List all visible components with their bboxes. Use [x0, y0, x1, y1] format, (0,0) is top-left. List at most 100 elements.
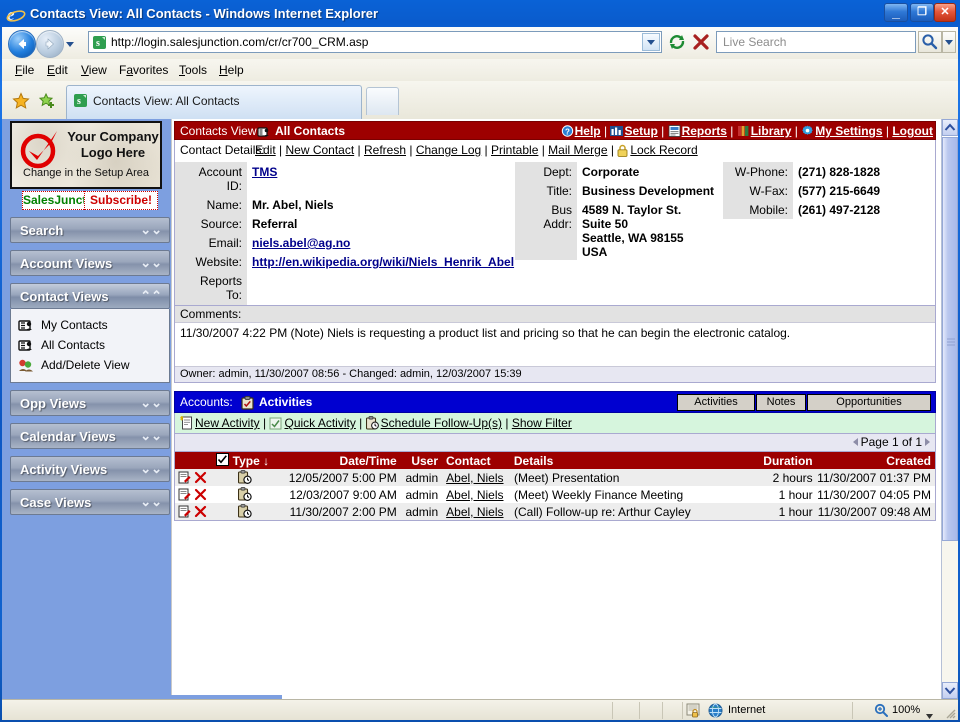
column-contact[interactable]: Contact	[442, 454, 510, 468]
nav-my-settings[interactable]: My Settings	[815, 124, 882, 138]
column-datetime[interactable]: Date/Time	[273, 454, 397, 468]
column-created[interactable]: Created	[813, 454, 935, 468]
address-bar[interactable]: s http://login.salesjunction.com/cr/cr70…	[88, 31, 662, 53]
resize-grip-icon[interactable]	[944, 707, 956, 719]
nav-logout[interactable]: Logout	[892, 124, 933, 138]
website-link[interactable]: http://en.wikipedia.org/wiki/Niels_Henri…	[252, 255, 514, 269]
maximize-button[interactable]: ❐	[910, 3, 934, 22]
add-to-favorites-icon[interactable]	[38, 92, 56, 110]
chevron-down-icon: ⌄⌄	[140, 255, 162, 270]
account-id-link[interactable]: TMS	[252, 165, 277, 179]
link-show-filter[interactable]: Show Filter	[512, 416, 572, 430]
tab-opportunities[interactable]: Opportunities	[807, 394, 931, 411]
page-scrollbar[interactable]	[941, 119, 958, 699]
search-engine-dropdown[interactable]	[942, 31, 956, 53]
action-new-contact[interactable]: New Contact	[285, 143, 354, 157]
edit-icon[interactable]	[178, 505, 191, 518]
detail-row: Bus Addr: 4589 N. Taylor St. Suite 50 Se…	[515, 200, 723, 261]
row-actions	[175, 488, 217, 502]
column-details[interactable]: Details	[510, 454, 736, 468]
refresh-button[interactable]	[666, 31, 688, 53]
detail-label: W-Phone:	[723, 162, 793, 181]
forward-button[interactable]	[36, 30, 64, 58]
detail-value: (271) 828-1828	[798, 165, 881, 179]
delete-icon[interactable]	[194, 488, 207, 501]
action-mail-merge[interactable]: Mail Merge	[548, 143, 607, 157]
back-button[interactable]	[8, 30, 36, 58]
new-tab-button[interactable]	[366, 87, 399, 115]
sidebar-panel-search[interactable]: Search ⌄⌄	[10, 217, 170, 243]
menu-tools[interactable]: Tools	[174, 62, 212, 78]
prev-page-icon[interactable]	[852, 438, 858, 446]
menu-edit[interactable]: Edit	[42, 62, 73, 78]
edit-icon[interactable]	[178, 488, 191, 501]
close-button[interactable]: ✕	[934, 3, 956, 22]
select-all-checkbox[interactable]	[216, 453, 230, 466]
link-new-activity[interactable]: New Activity	[195, 416, 260, 430]
action-lock-record[interactable]: Lock Record	[630, 143, 697, 157]
column-user[interactable]: User	[397, 454, 442, 468]
menu-file[interactable]: File	[10, 62, 39, 78]
tab-contacts-view[interactable]: s Contacts View: All Contacts	[66, 85, 362, 119]
tab-activities[interactable]: Activities	[677, 394, 755, 411]
email-link[interactable]: niels.abel@ag.no	[252, 236, 350, 250]
sidebar-item-all-contacts[interactable]: All Contacts	[11, 335, 169, 355]
nav-reports[interactable]: Reports	[682, 124, 727, 138]
stop-button[interactable]	[690, 31, 712, 53]
menu-help[interactable]: Help	[214, 62, 249, 78]
contact-link[interactable]: Abel, Niels	[446, 488, 503, 502]
sidebar-panel-opp-views[interactable]: Opp Views ⌄⌄	[10, 390, 170, 416]
address-dropdown-icon[interactable]	[642, 33, 660, 51]
detail-value: TMS	[247, 162, 515, 181]
scroll-down-button[interactable]	[942, 682, 958, 699]
sidebar-panel-case-views[interactable]: Case Views ⌄⌄	[10, 489, 170, 515]
search-go-button[interactable]	[918, 31, 942, 53]
scrollbar-track[interactable]	[942, 541, 958, 682]
menu-favorites[interactable]: Favorites	[114, 62, 173, 78]
nav-help[interactable]: Help	[575, 124, 601, 138]
action-printable[interactable]: Printable	[491, 143, 538, 157]
tab-notes[interactable]: Notes	[756, 394, 806, 411]
menu-view[interactable]: View	[76, 62, 112, 78]
delete-icon[interactable]	[194, 505, 207, 518]
zoom-level[interactable]: 100%	[892, 704, 920, 716]
next-page-icon[interactable]	[925, 438, 930, 446]
sort-indicator-icon[interactable]: ↓	[263, 454, 269, 468]
minimize-button[interactable]: _	[884, 3, 908, 22]
sidebar-panel-calendar-views[interactable]: Calendar Views ⌄⌄	[10, 423, 170, 449]
table-row[interactable]: 11/30/2007 2:00 PM admin Abel, Niels (Ca…	[175, 503, 935, 520]
favorites-center-icon[interactable]	[12, 92, 30, 110]
subscribe-button[interactable]: Subscribe!	[84, 191, 158, 210]
table-row[interactable]: 12/05/2007 5:00 PM admin Abel, Niels (Me…	[175, 469, 935, 486]
delete-icon[interactable]	[194, 471, 207, 484]
column-type[interactable]: Type ↓	[216, 453, 272, 468]
zoom-dropdown-icon[interactable]	[926, 708, 933, 719]
column-duration[interactable]: Duration	[736, 454, 812, 468]
zoom-icon[interactable]	[874, 703, 888, 717]
sidebar-item-add-delete-view[interactable]: Add/Delete View	[11, 355, 169, 375]
action-refresh[interactable]: Refresh	[364, 143, 406, 157]
action-edit[interactable]: Edit	[255, 143, 276, 157]
chevron-down-icon: ⌄⌄	[140, 428, 162, 443]
contact-link[interactable]: Abel, Niels	[446, 471, 503, 485]
search-input[interactable]: Live Search	[716, 31, 916, 53]
edit-icon[interactable]	[178, 471, 191, 484]
scrollbar-thumb[interactable]	[942, 137, 958, 541]
sidebar-panel-account-views[interactable]: Account Views ⌄⌄	[10, 250, 170, 276]
sidebar-panel-activity-views[interactable]: Activity Views ⌄⌄	[10, 456, 170, 482]
table-row[interactable]: 12/03/2007 9:00 AM admin Abel, Niels (Me…	[175, 486, 935, 503]
contact-details-actions: Contact Details: Edit | New Contact | Re…	[174, 140, 936, 162]
history-dropdown-icon[interactable]	[65, 38, 75, 48]
action-change-log[interactable]: Change Log	[416, 143, 481, 157]
nav-library[interactable]: Library	[751, 124, 792, 138]
link-quick-activity[interactable]: Quick Activity	[284, 416, 355, 430]
contact-link[interactable]: Abel, Niels	[446, 505, 503, 519]
sidebar-panel-contact-views[interactable]: Contact Views ⌃⌃	[10, 283, 170, 309]
link-schedule-follow-ups[interactable]: Schedule Follow-Up(s)	[381, 416, 502, 430]
sidebar-item-my-contacts[interactable]: My Contacts	[11, 315, 169, 335]
contact-details-label: Contact Details:	[180, 143, 265, 157]
row-duration: 2 hours	[772, 470, 813, 485]
nav-setup[interactable]: Setup	[624, 124, 657, 138]
scroll-up-button[interactable]	[942, 119, 958, 136]
settings-icon	[801, 125, 814, 137]
